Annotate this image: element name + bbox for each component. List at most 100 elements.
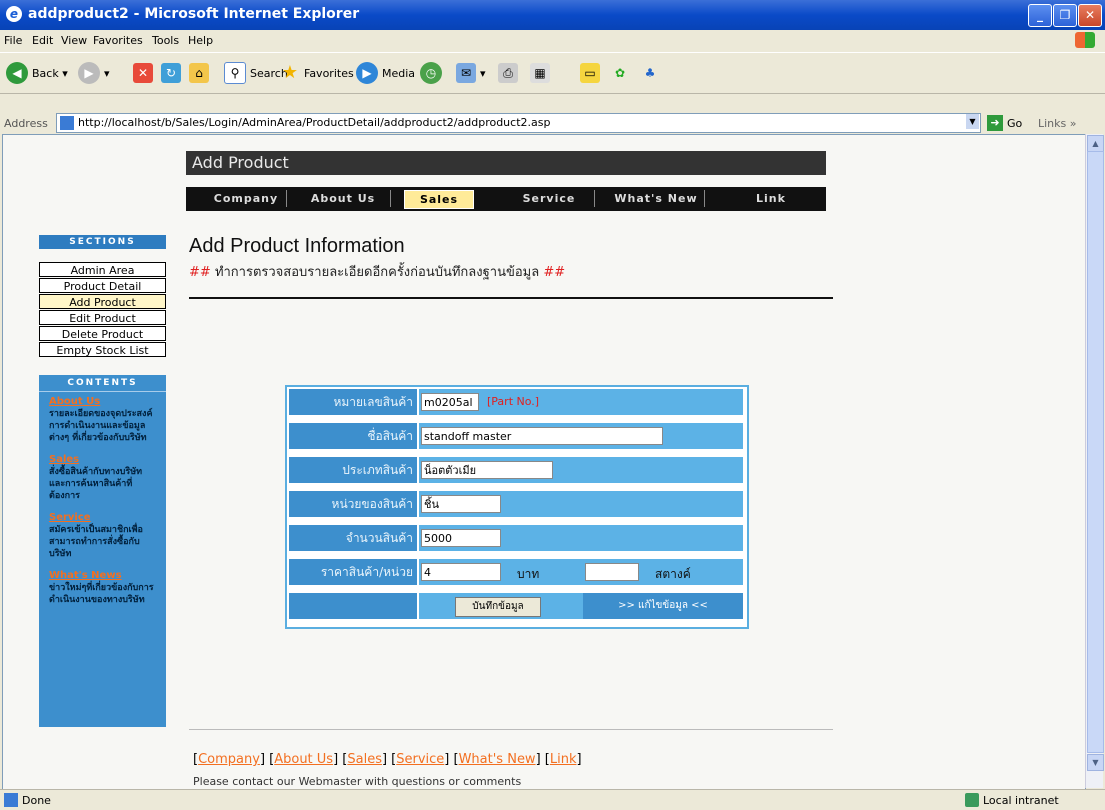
sidebar-item-empty-stock-list[interactable]: Empty Stock List [39,342,166,357]
search-button[interactable]: ⚲ Search [224,60,288,86]
contents-block-sales: Sales สั่งซื้อสินค้ากับทางบริษัทและการค้… [39,444,166,502]
vertical-scrollbar[interactable]: ▲ ▼ [1085,134,1104,788]
sidebar-item-admin-area[interactable]: Admin Area [39,262,166,277]
form-row-part-no: หมายเลขสินค้า m0205al [Part No.] [287,387,743,415]
windows-flag-icon [1075,32,1095,48]
favorites-star-icon: ★ [281,62,299,83]
maximize-button[interactable]: ❐ [1053,4,1077,27]
people-icon: ♣ [644,66,656,80]
forward-button[interactable]: ▶ ▾ [78,60,110,86]
home-button[interactable]: ⌂ [189,60,213,86]
nav-service[interactable]: Service [504,190,595,207]
footer-link-company[interactable]: Company [198,752,260,767]
cell-part-no: m0205al [Part No.] [419,389,743,415]
price-satang-input[interactable] [585,563,639,581]
menu-edit[interactable]: Edit [32,34,53,47]
notes-button[interactable]: ▭ [580,60,604,86]
footer-link-link[interactable]: Link [550,752,577,767]
nav-company[interactable]: Company [206,190,287,207]
contents-header: CONTENTS [39,375,166,392]
footer-link-about-us[interactable]: About Us [274,752,333,767]
favorites-label: Favorites [304,66,354,80]
minimize-button[interactable]: _ [1028,4,1052,27]
satang-label: สตางค์ [655,567,691,581]
contents-link-sales[interactable]: Sales [49,454,79,465]
address-input[interactable]: http://localhost/b/Sales/Login/AdminArea… [56,113,981,133]
close-button[interactable]: ✕ [1078,4,1102,27]
contact-text: Please contact our Webmaster with questi… [193,775,522,788]
scroll-down-arrow[interactable]: ▼ [1087,754,1104,771]
sidebar-item-add-product[interactable]: Add Product [39,294,166,309]
edit-data-link[interactable]: >> แก้ไขข้อมูล << [583,593,743,619]
form-row-unit: หน่วยของสินค้า ชิ้น [287,489,743,517]
back-label: Back [32,66,59,80]
stop-icon: ✕ [133,63,153,83]
contents-link-service[interactable]: Service [49,512,91,523]
media-label: Media [382,66,416,80]
unit-input[interactable]: ชิ้น [421,495,501,513]
scroll-thumb[interactable] [1087,151,1104,753]
nav-sales[interactable]: Sales [404,190,474,209]
back-button[interactable]: ◀ Back ▾ [6,60,68,86]
sidebar-item-delete-product[interactable]: Delete Product [39,326,166,341]
contents-link-about-us[interactable]: About Us [49,396,100,407]
menu-tools[interactable]: Tools [152,34,179,47]
subtitle-hash-right: ## [543,265,566,280]
links-toolbar[interactable]: Links » [1038,117,1077,130]
footer-link-whats-new[interactable]: What's New [459,752,536,767]
address-url: http://localhost/b/Sales/Login/AdminArea… [78,116,551,129]
save-button[interactable]: บันทึกข้อมูล [455,597,541,617]
quantity-input[interactable]: 5000 [421,529,501,547]
menu-view[interactable]: View [61,34,87,47]
label-unit: หน่วยของสินค้า [289,491,417,517]
main-nav: Company About Us Sales Service What's Ne… [186,187,826,211]
media-icon: ▶ [356,62,378,84]
refresh-button[interactable]: ↻ [161,60,185,86]
contents-link-whats-news[interactable]: What's News [49,570,122,581]
page-viewport: Add Product Company About Us Sales Servi… [2,134,1086,790]
menu-help[interactable]: Help [188,34,213,47]
label-qty: จำนวนสินค้า [289,525,417,551]
print-button[interactable]: ⎙ [498,60,522,86]
product-type-input[interactable]: น็อตตัวเมีย [421,461,553,479]
page-header: Add Product [186,151,826,175]
address-label: Address [4,117,48,130]
go-button[interactable]: ➜ Go [987,115,1022,131]
nav-about-us[interactable]: About Us [296,190,391,207]
price-baht-input[interactable]: 4 [421,563,501,581]
messenger-icon: ✿ [614,66,626,80]
title-bar: e addproduct2 - Microsoft Internet Explo… [0,0,1105,30]
favorites-button[interactable]: ★ Favorites [280,60,354,86]
menu-file[interactable]: File [4,34,22,47]
cell-unit: ชิ้น [419,491,743,517]
address-dropdown[interactable]: ▼ [966,114,979,129]
edit-icon: ▦ [530,63,550,83]
window-title: addproduct2 - Microsoft Internet Explore… [28,6,360,22]
address-bar: Address http://localhost/b/Sales/Login/A… [0,112,1105,134]
menu-favorites[interactable]: Favorites [93,34,143,47]
sections-header: SECTIONS [39,235,166,249]
nav-whats-new[interactable]: What's New [608,190,705,207]
history-button[interactable]: ◷ [420,60,446,86]
nav-link[interactable]: Link [726,190,816,207]
divider [189,297,833,299]
browser-window: e addproduct2 - Microsoft Internet Explo… [0,0,1105,810]
media-button[interactable]: ▶ Media [356,60,415,86]
stop-button[interactable]: ✕ [133,60,157,86]
sidebar-item-edit-product[interactable]: Edit Product [39,310,166,325]
part-no-input[interactable]: m0205al [421,393,479,411]
scroll-up-arrow[interactable]: ▲ [1087,135,1104,152]
sidebar-item-product-detail[interactable]: Product Detail [39,278,166,293]
product-name-input[interactable]: standoff master [421,427,663,445]
page-status-icon [4,793,18,807]
cell-actions: บันทึกข้อมูล >> แก้ไขข้อมูล << [419,593,743,619]
edit-page-button[interactable]: ▦ [530,60,554,86]
people-button[interactable]: ♣ [640,60,664,86]
footer-link-service[interactable]: Service [396,752,444,767]
mail-button[interactable]: ✉ ▾ [456,60,486,86]
form-row-name: ชื่อสินค้า standoff master [287,421,743,449]
footer-link-sales[interactable]: Sales [347,752,382,767]
messenger-button[interactable]: ✿ [610,60,634,86]
form-row-actions: บันทึกข้อมูล >> แก้ไขข้อมูล << [287,591,743,619]
cell-qty: 5000 [419,525,743,551]
